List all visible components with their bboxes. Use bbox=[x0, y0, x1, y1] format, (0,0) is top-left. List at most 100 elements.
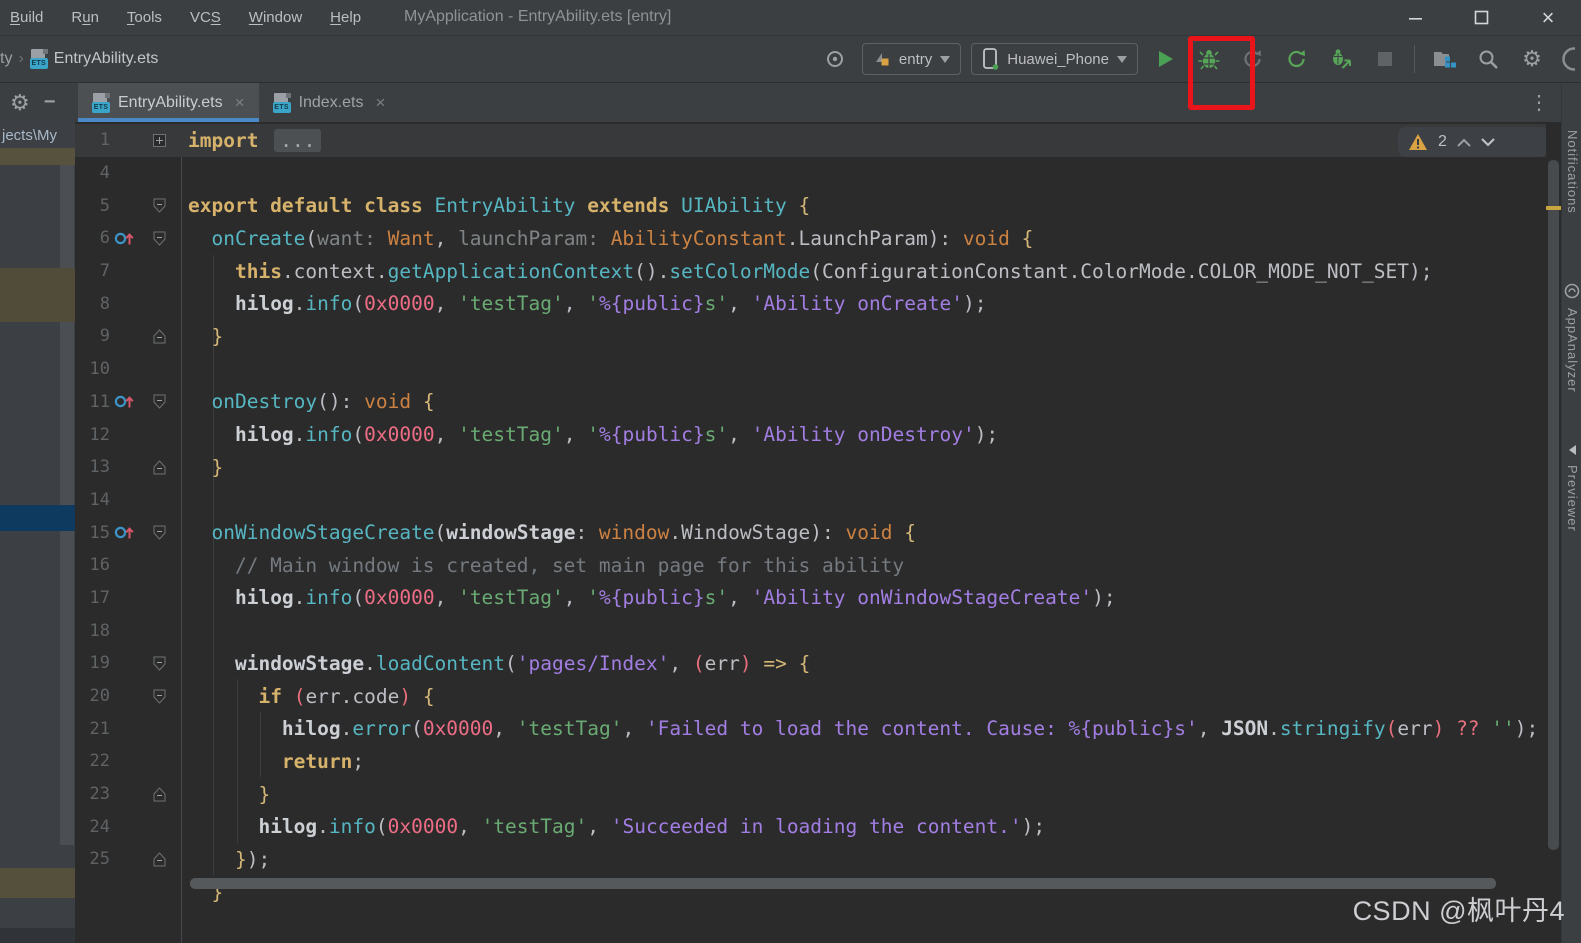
code-line: 18 bbox=[75, 614, 1546, 647]
device-value: Huawei_Phone bbox=[1007, 51, 1109, 68]
tab-index[interactable]: ETS Index.ets × bbox=[259, 83, 400, 122]
project-panel[interactable]: jects\My bbox=[0, 122, 75, 943]
fold-start-icon[interactable] bbox=[153, 394, 170, 409]
code-text: if (err.code) { bbox=[188, 685, 435, 708]
menu-item-window[interactable]: Window bbox=[249, 9, 302, 26]
minimize-button[interactable] bbox=[1383, 0, 1449, 35]
stop-button[interactable] bbox=[1368, 42, 1402, 76]
line-number: 21 bbox=[75, 719, 110, 739]
toolwindow-appanalyzer[interactable]: AppAnalyzer bbox=[1565, 308, 1580, 393]
override-method-icon[interactable] bbox=[113, 524, 141, 541]
code-line: 10 bbox=[75, 353, 1546, 386]
menu-item-vcs[interactable]: VCS bbox=[190, 9, 221, 26]
line-number: 22 bbox=[75, 751, 110, 771]
code-lines: 1import ...45export default class EntryA… bbox=[75, 124, 1546, 909]
tab-label: Index.ets bbox=[299, 94, 364, 112]
chevron-down-icon bbox=[940, 56, 950, 63]
menu-item-help[interactable]: Help bbox=[330, 9, 361, 26]
device-select[interactable]: Huawei_Phone bbox=[971, 43, 1138, 75]
toolwindow-notifications[interactable]: Notifications bbox=[1565, 130, 1580, 214]
fold-start-icon[interactable] bbox=[153, 198, 170, 213]
fold-start-icon[interactable] bbox=[153, 689, 170, 704]
line-number: 14 bbox=[75, 490, 110, 510]
panel-gear-icon[interactable]: ⚙ bbox=[10, 90, 30, 116]
previewer-arrow-icon[interactable] bbox=[1567, 443, 1577, 461]
window-controls: × bbox=[1383, 0, 1581, 35]
line-number: 23 bbox=[75, 784, 110, 804]
code-line: 6 onCreate(want: Want, launchParam: Abil… bbox=[75, 222, 1546, 255]
fold-end-icon[interactable] bbox=[153, 329, 170, 344]
override-method-icon[interactable] bbox=[113, 230, 141, 247]
panel-hide-icon[interactable]: − bbox=[44, 91, 56, 114]
fold-start-icon[interactable] bbox=[153, 525, 170, 540]
maximize-button[interactable] bbox=[1449, 0, 1515, 35]
code-line: 4 bbox=[75, 157, 1546, 190]
line-number: 5 bbox=[75, 196, 110, 216]
breadcrumb-chevron-icon: › bbox=[18, 50, 23, 68]
project-row-selected bbox=[0, 505, 75, 531]
ide-window: { "window": { "title": "MyApplication - … bbox=[0, 0, 1581, 943]
close-button[interactable]: × bbox=[1515, 0, 1581, 35]
device-target-button[interactable] bbox=[818, 42, 852, 76]
window-title: MyApplication - EntryAbility.ets [entry] bbox=[404, 8, 671, 26]
tab-label: EntryAbility.ets bbox=[118, 94, 223, 112]
line-number: 24 bbox=[75, 817, 110, 837]
tab-close-icon[interactable]: × bbox=[376, 93, 386, 113]
horizontal-scrollbar[interactable] bbox=[190, 878, 1496, 889]
kebab-menu-icon[interactable]: ⋮ bbox=[1529, 90, 1549, 115]
code-text: // Main window is created, set main page… bbox=[188, 554, 904, 577]
code-editor[interactable]: 1import ...45export default class EntryA… bbox=[75, 122, 1546, 943]
code-text: hilog.info(0x0000, 'testTag', 'Succeeded… bbox=[188, 815, 1045, 838]
tab-close-icon[interactable]: × bbox=[235, 93, 245, 113]
line-number: 8 bbox=[75, 294, 110, 314]
fold-end-icon[interactable] bbox=[153, 460, 170, 475]
code-line: 14 bbox=[75, 484, 1546, 517]
inspection-widget[interactable]: 2 bbox=[1398, 127, 1546, 157]
menu-item-tools[interactable]: Tools bbox=[127, 9, 162, 26]
menu-item-build[interactable]: Build bbox=[10, 9, 43, 26]
prev-warning-icon[interactable] bbox=[1457, 138, 1471, 147]
warning-count: 2 bbox=[1438, 133, 1447, 151]
avatar-icon bbox=[1559, 46, 1575, 72]
search-everywhere-button[interactable] bbox=[1471, 42, 1505, 76]
code-line: 19 windowStage.loadContent('pages/Index'… bbox=[75, 647, 1546, 680]
tab-entryability[interactable]: ETS EntryAbility.ets × bbox=[78, 83, 259, 122]
fold-start-icon[interactable] bbox=[153, 231, 170, 246]
fold-start-icon[interactable] bbox=[153, 656, 170, 671]
menu-item-run[interactable]: Run bbox=[71, 9, 99, 26]
breadcrumb-parent[interactable]: ty bbox=[0, 50, 12, 68]
scrollbar-thumb[interactable] bbox=[1548, 160, 1559, 850]
run-config-select[interactable]: entry bbox=[862, 43, 961, 75]
fold-end-icon[interactable] bbox=[153, 852, 170, 867]
rerun-button[interactable] bbox=[1280, 42, 1314, 76]
code-line: 15 onWindowStageCreate(windowStage: wind… bbox=[75, 516, 1546, 549]
run-button[interactable] bbox=[1148, 42, 1182, 76]
code-text: hilog.info(0x0000, 'testTag', '%{public}… bbox=[188, 423, 998, 446]
code-text: onCreate(want: Want, launchParam: Abilit… bbox=[188, 227, 1033, 250]
project-structure-button[interactable] bbox=[1427, 42, 1461, 76]
code-line: 11 onDestroy(): void { bbox=[75, 386, 1546, 419]
code-line: 1import ... bbox=[75, 124, 1546, 157]
attach-debugger-button[interactable] bbox=[1324, 42, 1358, 76]
code-text: return; bbox=[188, 750, 364, 773]
warning-stripe-mark[interactable] bbox=[1546, 206, 1561, 210]
vertical-scrollbar[interactable] bbox=[1546, 122, 1561, 943]
attach-debugger-icon bbox=[1329, 48, 1353, 70]
override-method-icon[interactable] bbox=[113, 393, 141, 410]
fold-end-icon[interactable] bbox=[153, 787, 170, 802]
fold-plus-icon[interactable] bbox=[153, 134, 170, 147]
code-text: }); bbox=[188, 848, 270, 871]
app-analyzer-icon[interactable] bbox=[1564, 283, 1580, 304]
code-line: 23 } bbox=[75, 778, 1546, 811]
rerun-icon bbox=[1286, 48, 1308, 70]
module-icon bbox=[873, 50, 891, 68]
settings-button[interactable]: ⚙ bbox=[1515, 42, 1549, 76]
breadcrumb-file[interactable]: EntryAbility.ets bbox=[54, 50, 159, 68]
line-number: 16 bbox=[75, 555, 110, 575]
breadcrumb: ty › ETS EntryAbility.ets bbox=[0, 36, 158, 82]
line-number: 7 bbox=[75, 261, 110, 281]
next-warning-icon[interactable] bbox=[1481, 138, 1495, 147]
toolwindow-previewer[interactable]: Previewer bbox=[1565, 465, 1580, 532]
project-panel-scrollbar[interactable] bbox=[60, 150, 74, 845]
profile-avatar-button[interactable] bbox=[1559, 42, 1575, 76]
